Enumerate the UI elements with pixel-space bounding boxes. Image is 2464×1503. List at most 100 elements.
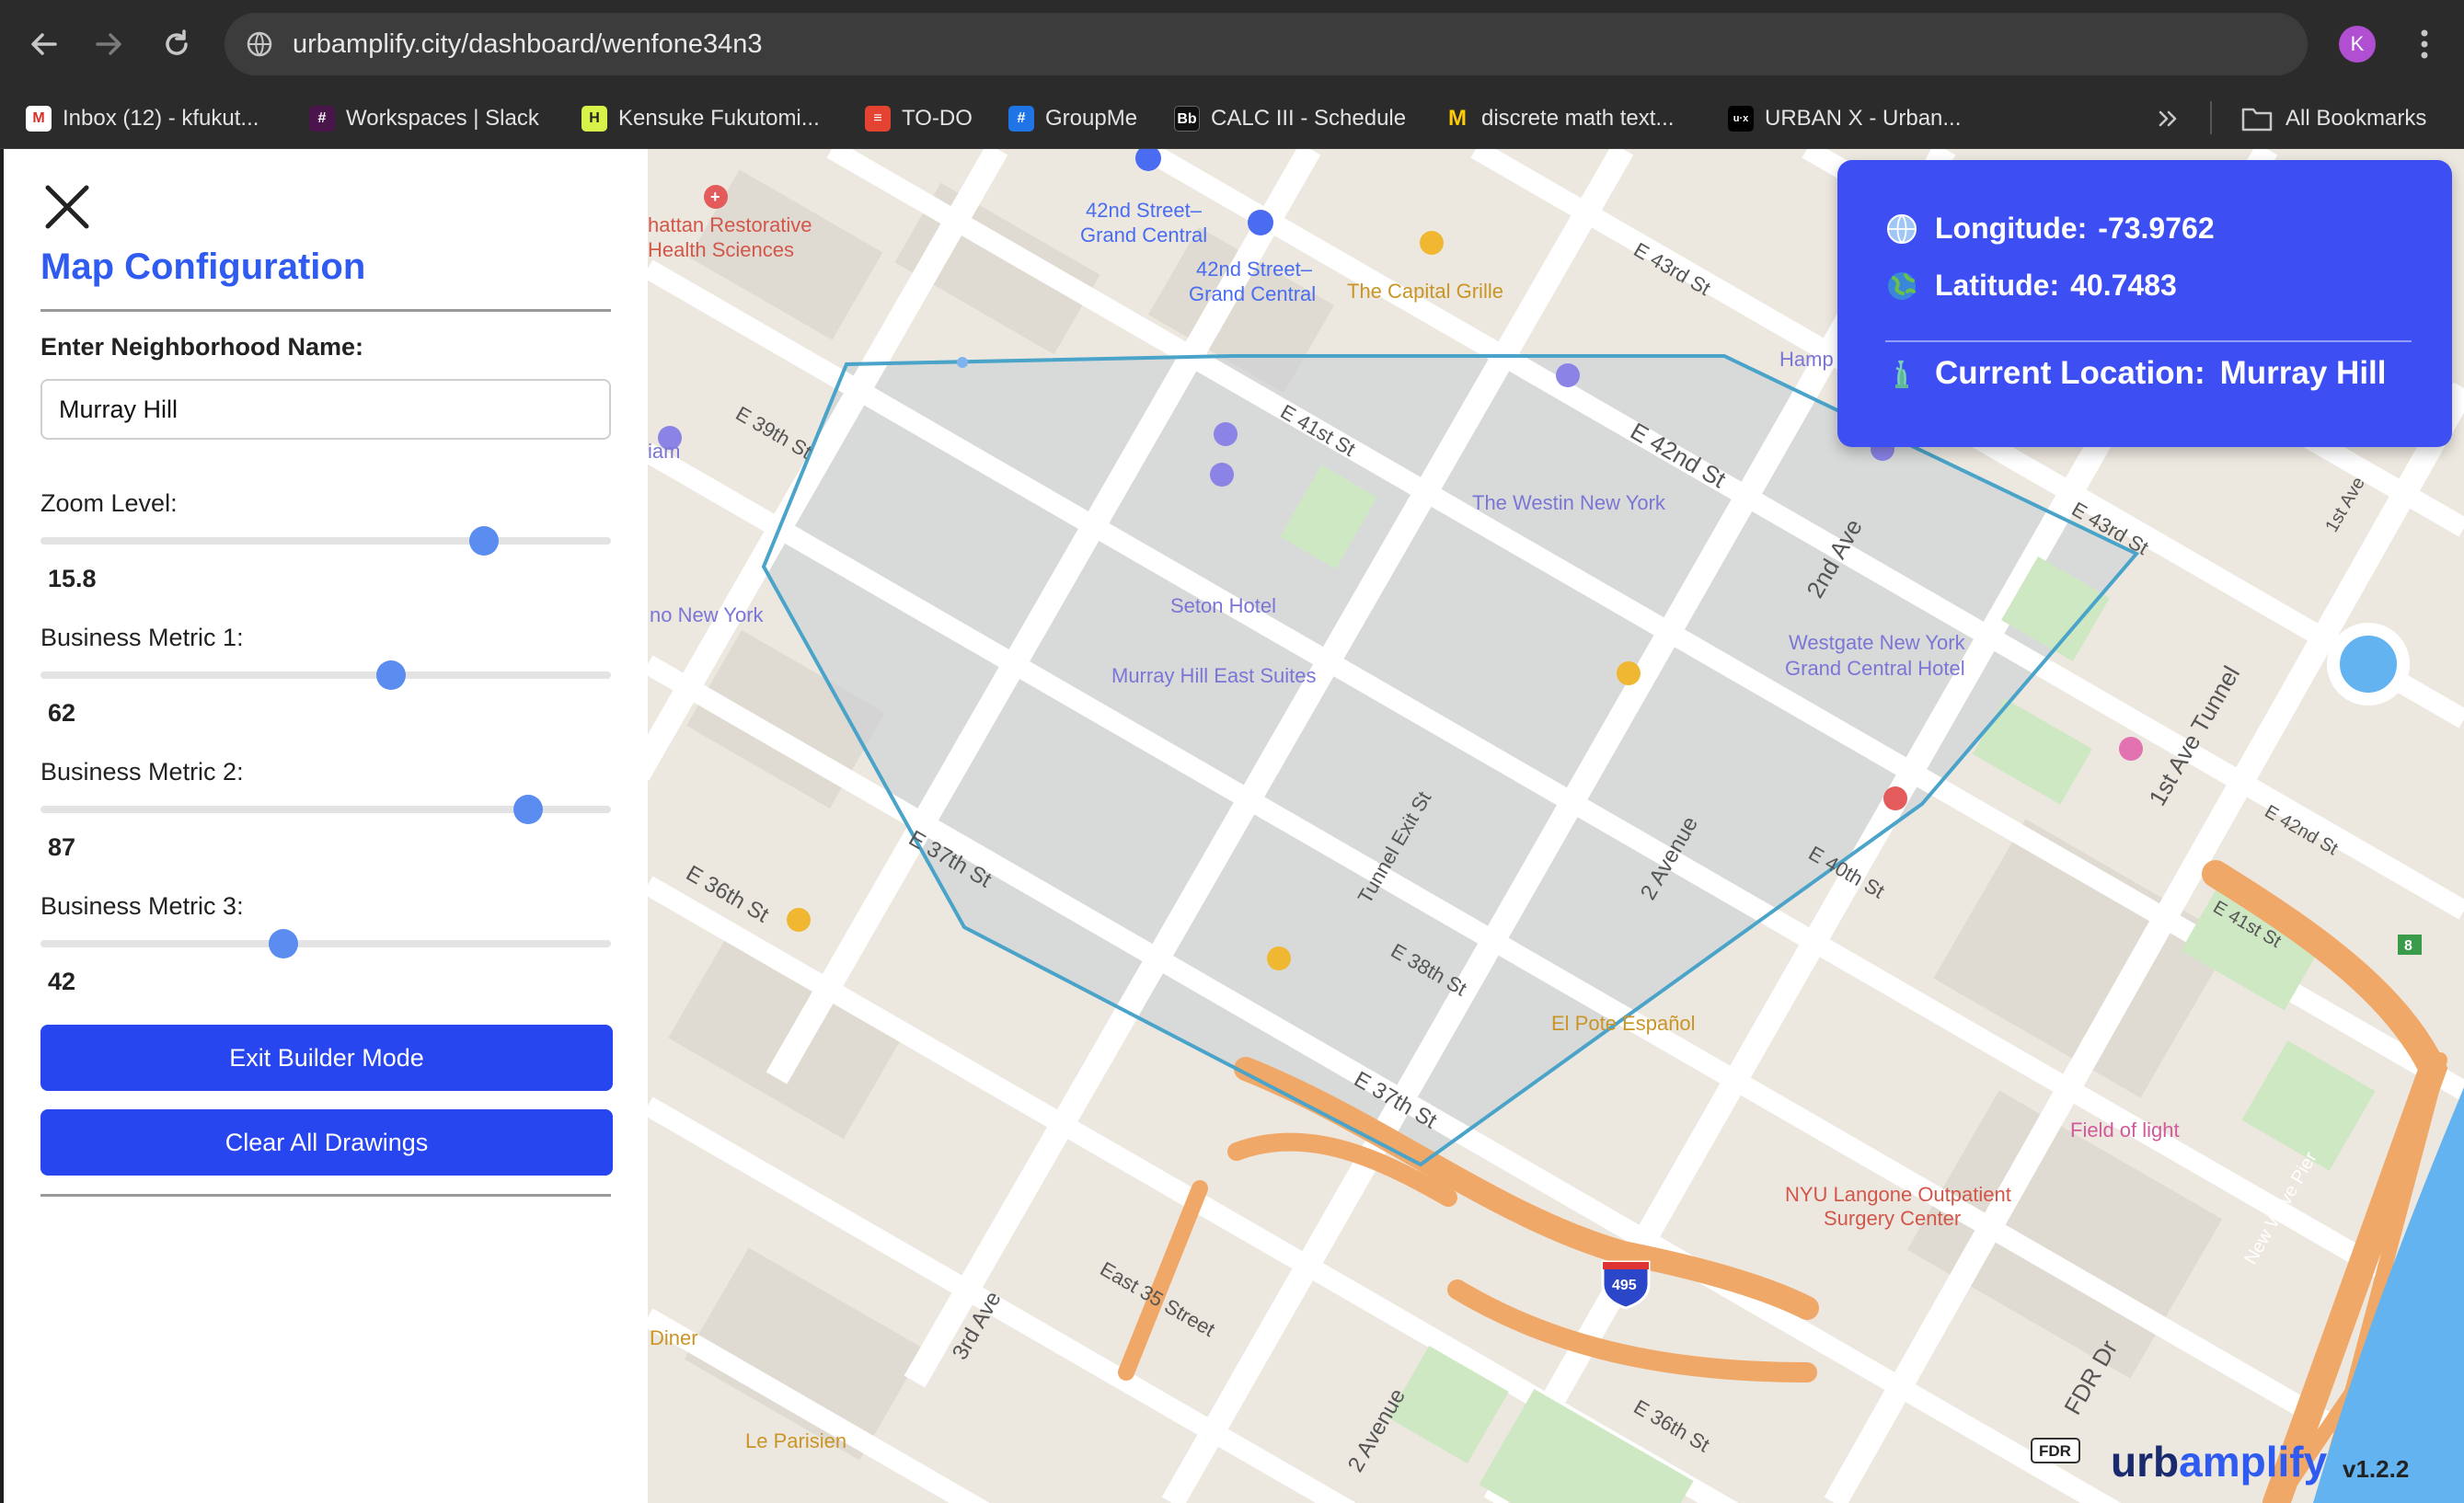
back-button[interactable] bbox=[24, 24, 64, 64]
map-label: The Capital Grille bbox=[1347, 280, 1503, 303]
bookmark-groupme[interactable]: # GroupMe bbox=[1008, 101, 1137, 136]
location-info-card: Longitude: -73.9762 Latitude: 40.7483 Cu… bbox=[1837, 160, 2452, 447]
svg-text:+: + bbox=[710, 188, 720, 206]
current-location-label: Current Location: bbox=[1935, 355, 2205, 391]
map-label: Field of light bbox=[2070, 1119, 2180, 1142]
map-label: 42nd Street– bbox=[1196, 258, 1313, 281]
umich-icon: M bbox=[1445, 106, 1470, 132]
bookmark-label: CALC III - Schedule bbox=[1211, 106, 1407, 131]
current-location-row: Current Location: Murray Hill bbox=[1885, 355, 2387, 392]
site-info-icon[interactable] bbox=[245, 29, 274, 59]
panel-title: Map Configuration bbox=[40, 247, 366, 287]
map-label: no New York bbox=[650, 603, 765, 626]
shield-number: 8 bbox=[2404, 938, 2412, 954]
todoist-icon: ≡ bbox=[865, 106, 891, 132]
clear-all-drawings-button[interactable]: Clear All Drawings bbox=[40, 1109, 613, 1176]
neighborhood-label: Enter Neighborhood Name: bbox=[40, 333, 364, 361]
fountain-water bbox=[2327, 623, 2410, 706]
bookmark-todo[interactable]: ≡ TO-DO bbox=[865, 101, 973, 136]
zoom-slider-thumb[interactable] bbox=[469, 526, 500, 556]
blackboard-icon: Bb bbox=[1174, 106, 1200, 132]
latitude-value: 40.7483 bbox=[2070, 269, 2177, 302]
hospital-marker-icon[interactable] bbox=[1883, 786, 1907, 810]
bookmark-label: GroupMe bbox=[1045, 106, 1138, 131]
globe-icon bbox=[1887, 213, 1917, 244]
bookmark-calc[interactable]: Bb CALC III - Schedule bbox=[1174, 101, 1406, 136]
earth-icon bbox=[1888, 271, 1916, 300]
bookmarks-overflow-button[interactable] bbox=[2155, 101, 2182, 136]
route-8-shield-icon: 8 bbox=[2398, 935, 2422, 955]
bookmark-discrete[interactable]: M discrete math text... bbox=[1445, 101, 1674, 136]
slack-icon: # bbox=[309, 106, 335, 132]
shield-number: 495 bbox=[1612, 1278, 1637, 1293]
bookmarks-bar: M Inbox (12) - kfukut... # Workspaces | … bbox=[0, 88, 2464, 149]
bookmark-label: Kensuke Fukutomi... bbox=[618, 106, 820, 131]
metric1-value: 62 bbox=[48, 699, 76, 727]
map-label: Westgate New York bbox=[1789, 631, 1966, 654]
restaurant-marker-icon[interactable] bbox=[1420, 231, 1444, 255]
bookmark-slack[interactable]: # Workspaces | Slack bbox=[309, 101, 539, 136]
fdr-shield-icon: FDR bbox=[2031, 1438, 2080, 1463]
map-configuration-panel: Map Configuration Enter Neighborhood Nam… bbox=[4, 149, 648, 1503]
page-viewport: + hattan Restorative Health Sciences 42n… bbox=[4, 149, 2464, 1503]
bookmarks-divider bbox=[2210, 101, 2212, 134]
map-label: Le Parisien bbox=[745, 1429, 846, 1452]
map-label: Health Sciences bbox=[648, 238, 794, 261]
neighborhood-input[interactable] bbox=[40, 379, 611, 440]
bookmark-urbanx[interactable]: u·x URBAN X - Urban... bbox=[1728, 101, 1961, 136]
attraction-marker-icon[interactable] bbox=[2119, 737, 2143, 761]
restaurant-marker-icon[interactable] bbox=[787, 908, 811, 932]
metric1-label: Business Metric 1: bbox=[40, 624, 244, 651]
latitude-label: Latitude: bbox=[1935, 269, 2060, 302]
metric2-slider-thumb[interactable] bbox=[513, 795, 544, 824]
bookmark-label: Workspaces | Slack bbox=[346, 106, 539, 131]
bookmark-gmail[interactable]: M Inbox (12) - kfukut... bbox=[26, 101, 259, 136]
urbanx-icon: u·x bbox=[1728, 106, 1754, 132]
browser-menu-button[interactable] bbox=[2411, 22, 2438, 66]
interstate-495-shield-icon: 495 bbox=[1601, 1260, 1651, 1310]
metric1-slider-thumb[interactable] bbox=[376, 660, 407, 690]
map-label: iam bbox=[648, 440, 680, 463]
restaurant-marker-icon[interactable] bbox=[1617, 661, 1641, 685]
folder-icon bbox=[2241, 108, 2273, 132]
gmail-icon: M bbox=[26, 106, 52, 132]
longitude-value: -73.9762 bbox=[2098, 212, 2215, 245]
forward-button[interactable] bbox=[88, 24, 129, 64]
restaurant-marker-icon[interactable] bbox=[1267, 947, 1291, 970]
address-bar[interactable]: urbamplify.city/dashboard/wenfone34n3 bbox=[225, 13, 2308, 75]
hotel-marker-icon[interactable] bbox=[1210, 463, 1234, 487]
exit-builder-mode-button[interactable]: Exit Builder Mode bbox=[40, 1025, 613, 1091]
version-label: v1.2.2 bbox=[2343, 1455, 2410, 1483]
metric3-slider-thumb[interactable] bbox=[268, 929, 298, 958]
reload-button[interactable] bbox=[156, 24, 197, 64]
map-label: hattan Restorative bbox=[648, 213, 812, 236]
map-label: El Pote Español bbox=[1551, 1012, 1696, 1035]
title-divider bbox=[40, 309, 611, 312]
metric3-slider[interactable] bbox=[40, 929, 611, 958]
map-label: The Westin New York bbox=[1472, 491, 1666, 514]
hotel-marker-icon[interactable] bbox=[1556, 363, 1580, 387]
hotel-marker-icon[interactable] bbox=[1214, 422, 1238, 446]
longitude-label: Longitude: bbox=[1935, 212, 2088, 245]
bookmark-label: URBAN X - Urban... bbox=[1765, 106, 1962, 131]
back-arrow-icon bbox=[31, 33, 57, 55]
profile-avatar[interactable]: K bbox=[2339, 26, 2376, 63]
more-vert-icon bbox=[2421, 29, 2428, 59]
bookmark-kensuke[interactable]: H Kensuke Fukutomi... bbox=[581, 101, 820, 136]
metric2-slider[interactable] bbox=[40, 795, 611, 824]
close-panel-button[interactable] bbox=[42, 182, 92, 232]
zoom-slider[interactable] bbox=[40, 526, 611, 556]
chevron-double-right-icon bbox=[2159, 110, 2177, 127]
subway-marker-icon[interactable] bbox=[1248, 210, 1273, 235]
metric2-label: Business Metric 2: bbox=[40, 758, 244, 786]
metric1-slider[interactable] bbox=[40, 660, 611, 690]
groupme-icon: # bbox=[1008, 106, 1034, 132]
metric3-label: Business Metric 3: bbox=[40, 892, 244, 920]
url-text: urbamplify.city/dashboard/wenfone34n3 bbox=[293, 29, 763, 59]
map-label: Murray Hill East Suites bbox=[1111, 664, 1317, 687]
map-label: NYU Langone Outpatient bbox=[1785, 1183, 2011, 1206]
close-icon bbox=[45, 185, 89, 229]
all-bookmarks-button[interactable]: All Bookmarks bbox=[2241, 101, 2426, 136]
map-label: Grand Central bbox=[1189, 282, 1316, 305]
reload-icon bbox=[166, 29, 188, 55]
